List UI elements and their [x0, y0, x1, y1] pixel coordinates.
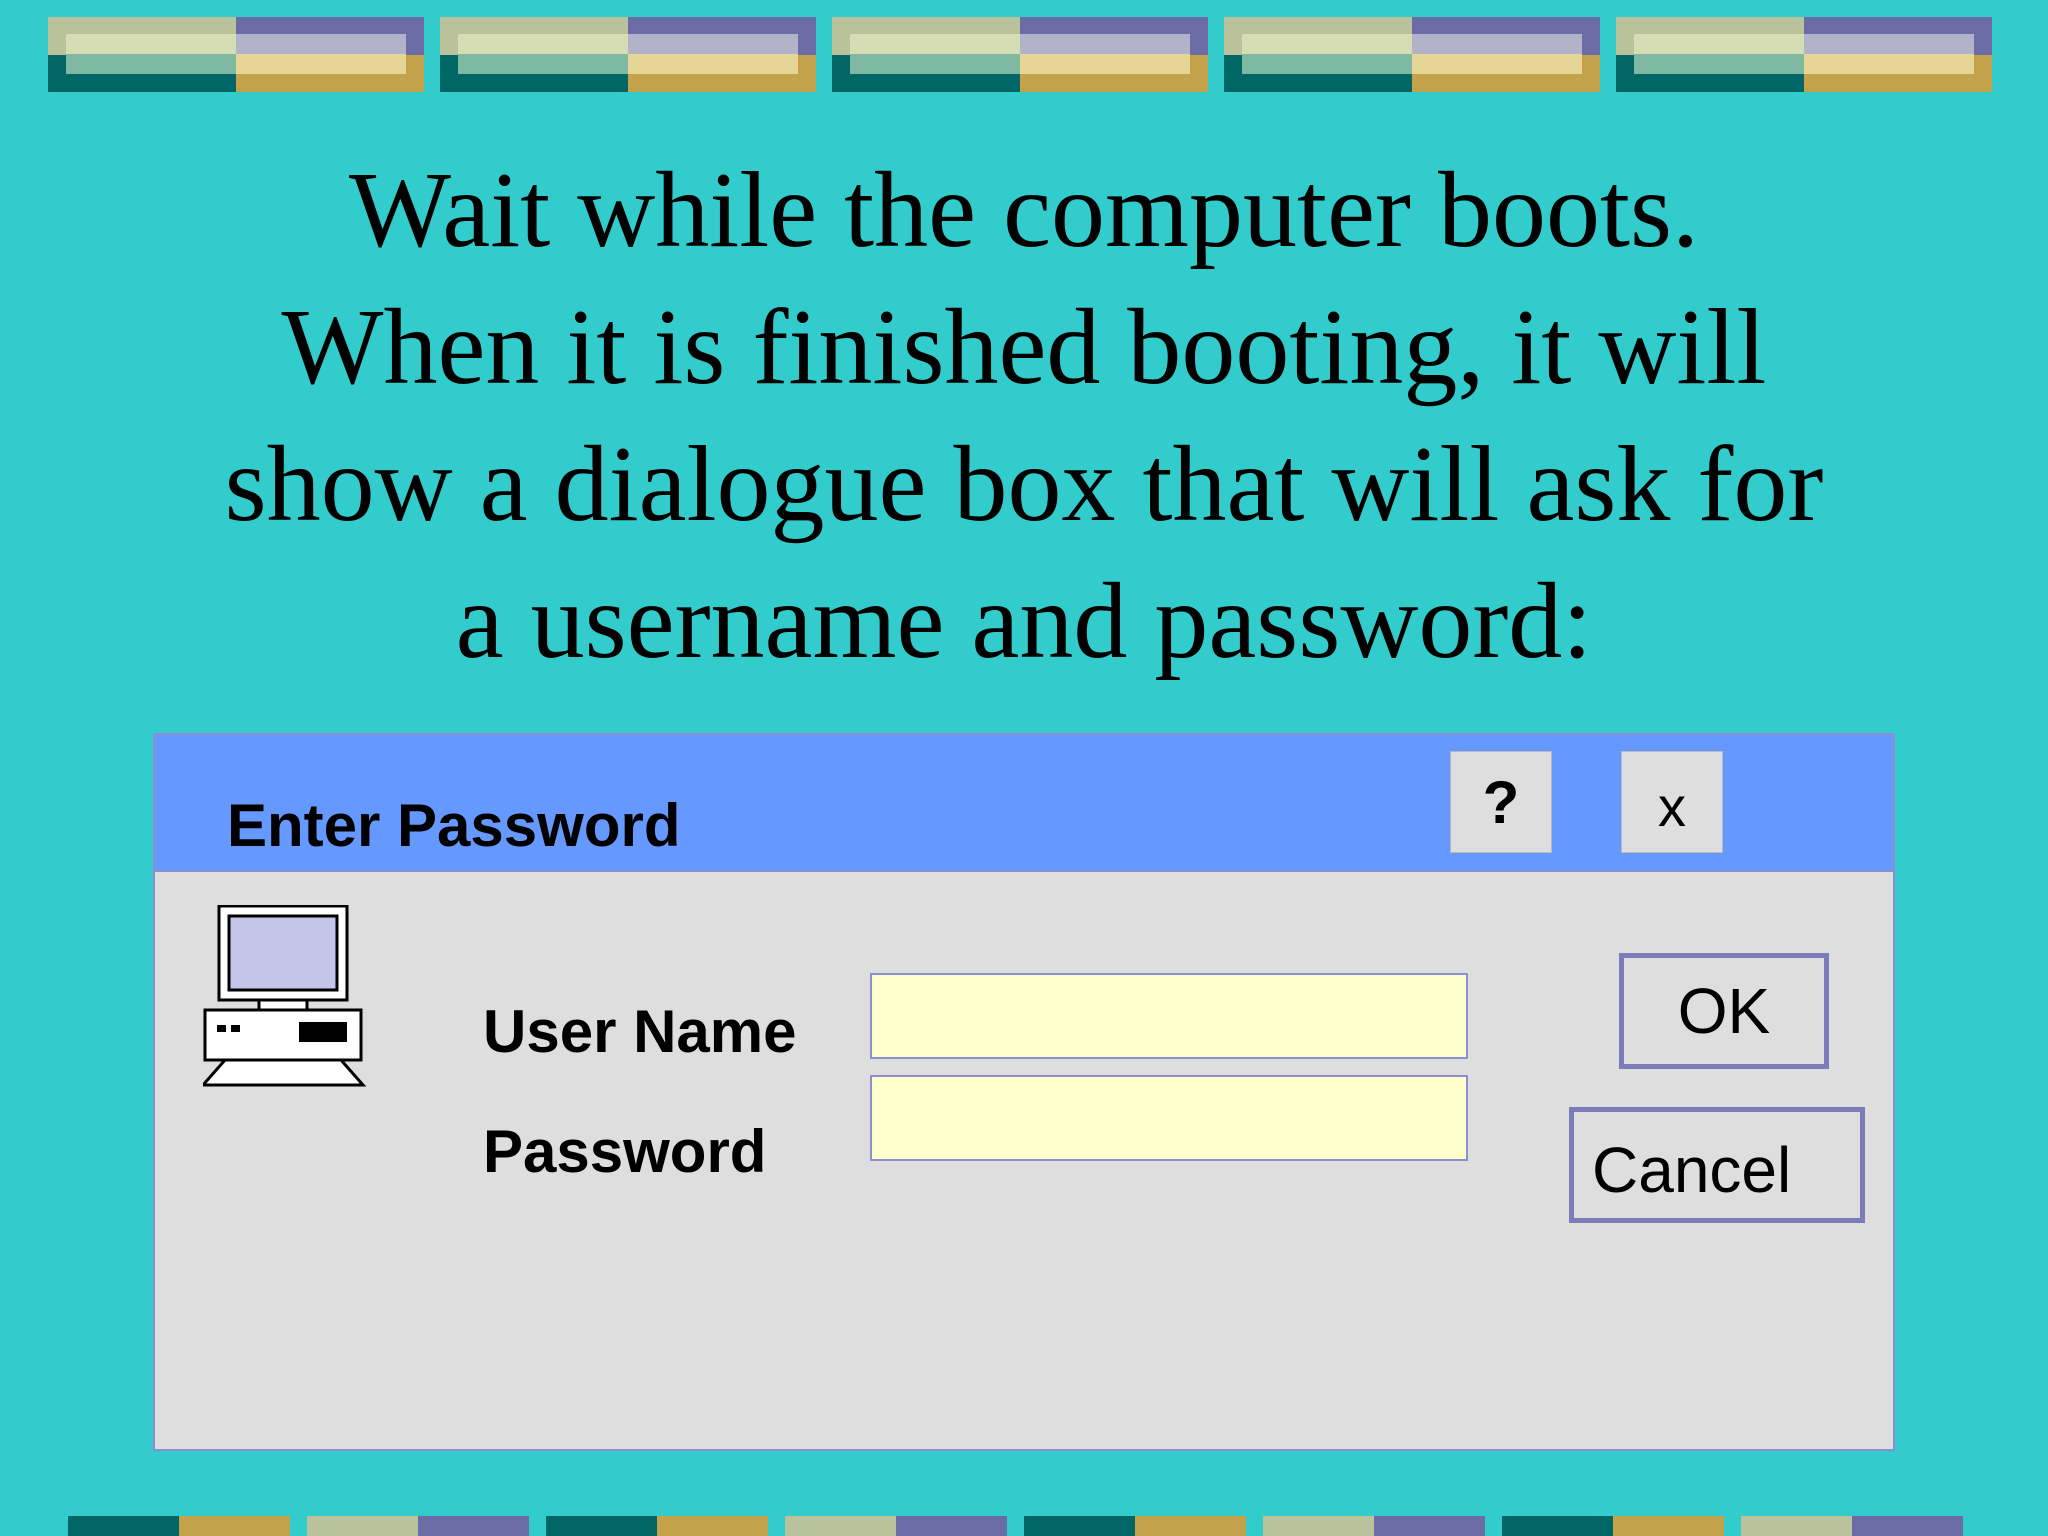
ok-button[interactable]: OK [1619, 953, 1829, 1069]
border-tile [1224, 17, 1600, 92]
border-tile [68, 1516, 290, 1536]
border-highlight [1634, 54, 1804, 74]
border-tile [48, 17, 424, 92]
username-input[interactable] [870, 973, 1468, 1059]
border-highlight [1020, 54, 1190, 74]
border-tile [832, 17, 1208, 92]
enter-password-dialog: Enter Password ? x User Name Password OK… [153, 733, 1895, 1451]
border-block [1613, 1516, 1724, 1536]
username-label: User Name [483, 998, 797, 1065]
border-tile [1741, 1516, 1963, 1536]
border-highlight [1242, 54, 1412, 74]
border-block [657, 1516, 768, 1536]
border-block [307, 1516, 418, 1536]
border-tile [785, 1516, 1007, 1536]
border-highlight [628, 54, 798, 74]
border-highlight [236, 34, 406, 54]
border-highlight [458, 54, 628, 74]
border-block [179, 1516, 290, 1536]
border-block [546, 1516, 657, 1536]
border-block [1374, 1516, 1485, 1536]
border-tile [307, 1516, 529, 1536]
border-block [1135, 1516, 1246, 1536]
cancel-button[interactable]: Cancel [1569, 1107, 1865, 1223]
border-block [896, 1516, 1007, 1536]
border-tile [546, 1516, 768, 1536]
border-highlight [1412, 34, 1582, 54]
bottom-decorative-border [0, 1512, 2048, 1536]
border-block [1741, 1516, 1852, 1536]
instruction-line: show a dialogue box that will ask for [224, 425, 1824, 544]
border-highlight [1412, 54, 1582, 74]
border-block [785, 1516, 896, 1536]
border-block [1024, 1516, 1135, 1536]
border-tile [440, 17, 816, 92]
close-button[interactable]: x [1621, 751, 1723, 853]
border-highlight [236, 54, 406, 74]
password-input[interactable] [870, 1075, 1468, 1161]
instruction-text: Wait while the computer boots. When it i… [110, 142, 1938, 690]
border-block [418, 1516, 529, 1536]
border-tile [1263, 1516, 1485, 1536]
border-highlight [1804, 54, 1974, 74]
dialog-title: Enter Password [227, 792, 681, 859]
border-tile [1502, 1516, 1724, 1536]
border-highlight [850, 54, 1020, 74]
instruction-line: a username and password: [455, 562, 1593, 681]
border-highlight [1804, 34, 1974, 54]
border-highlight [1020, 34, 1190, 54]
border-block [1263, 1516, 1374, 1536]
border-block [68, 1516, 179, 1536]
help-button[interactable]: ? [1450, 751, 1552, 853]
computer-icon [203, 905, 367, 1087]
border-tile [1616, 17, 1992, 92]
border-tile [1024, 1516, 1246, 1536]
border-highlight [628, 34, 798, 54]
top-decorative-border [0, 0, 2048, 110]
border-highlight [66, 54, 236, 74]
border-block [1852, 1516, 1963, 1536]
instruction-line: When it is finished booting, it will [281, 288, 1767, 407]
border-block [1502, 1516, 1613, 1536]
instruction-line: Wait while the computer boots. [349, 151, 1699, 270]
dialog-title-bar: Enter Password ? x [155, 735, 1893, 872]
password-label: Password [483, 1118, 767, 1185]
